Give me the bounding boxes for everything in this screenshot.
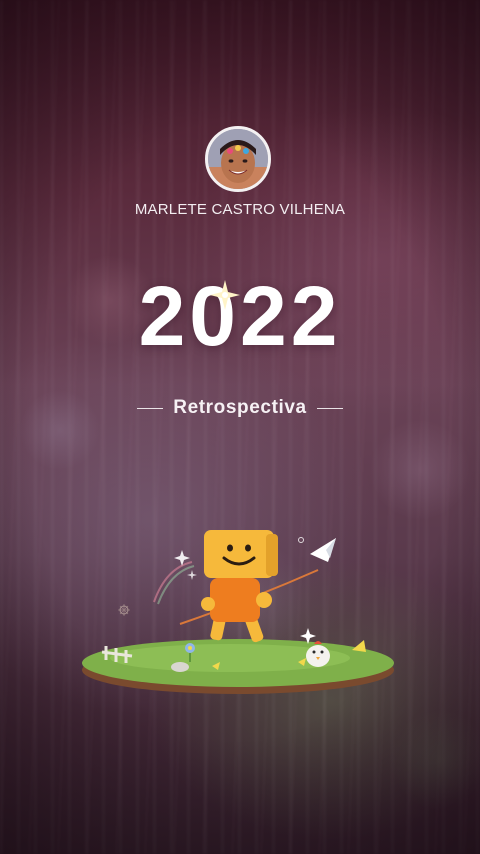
divider-left [137, 407, 164, 409]
avatar[interactable] [205, 126, 271, 192]
mascot-illustration [82, 530, 394, 694]
username: MARLETE CASTRO VILHENA [134, 201, 346, 218]
dandelion-icon [118, 604, 130, 616]
year-title: 2022 [138, 269, 342, 363]
smiling-box-mascot-icon [201, 530, 278, 643]
retrospective-screen: MARLETE CASTRO VILHENA 2022 Retrospectiv… [0, 0, 480, 854]
sparkle-icon [210, 280, 240, 310]
subtitle: Retrospectiva [173, 397, 307, 418]
profile-photo-icon [208, 129, 268, 189]
sparkle-icon [187, 570, 197, 580]
divider-right [316, 407, 343, 409]
paper-plane-icon [310, 538, 336, 562]
subtitle-row: Retrospectiva [0, 396, 480, 420]
